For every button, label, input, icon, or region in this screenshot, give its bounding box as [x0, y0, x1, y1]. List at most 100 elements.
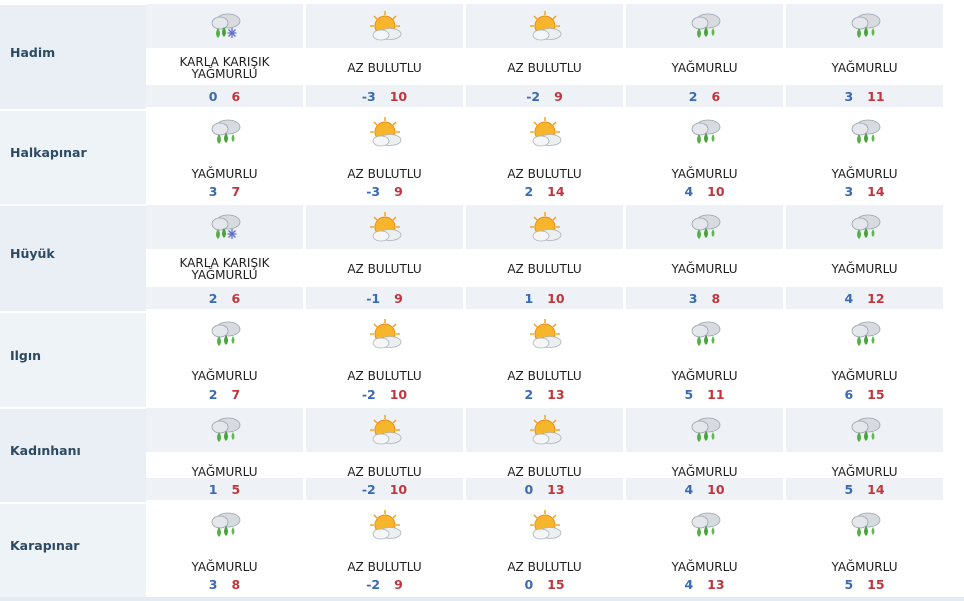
rain-icon	[208, 318, 244, 350]
partly-cloudy-icon	[528, 211, 564, 243]
max-temp: 15	[547, 577, 565, 592]
city-row: Karapınar YAĞMURLU 3 8 AZ BULUTLU -2 9 AZ BULUT…	[0, 503, 964, 597]
city-row: Ilgın YAĞMURLU 2 7 AZ BULUTLU -2 10 AZ BULUTLU 2…	[0, 312, 964, 407]
max-temp: 10	[707, 184, 725, 199]
forecast-day-cell: YAĞMURLU 1 5	[146, 408, 304, 502]
min-temp: 5	[684, 387, 694, 402]
max-temp: 10	[389, 387, 408, 402]
city-name[interactable]: Karapınar	[10, 538, 79, 553]
max-temp: 12	[867, 291, 885, 306]
min-temp: -1	[366, 291, 381, 306]
min-temp: 4	[684, 577, 694, 592]
forecast-day-cell: YAĞMURLU 3 8	[146, 503, 304, 597]
rain-icon	[208, 414, 244, 446]
forecast-day-cell: YAĞMURLU 4 12	[786, 205, 944, 311]
partly-cloudy-icon	[368, 10, 404, 42]
forecast-day-cell: AZ BULUTLU 0 13	[466, 408, 624, 502]
min-temp: 3	[844, 89, 854, 104]
partly-cloudy-icon	[528, 414, 564, 446]
temperature-range: 3 11	[786, 89, 943, 104]
min-temp: 2	[524, 387, 534, 402]
partly-cloudy-icon	[368, 211, 404, 243]
temperature-range: 26	[146, 291, 303, 306]
temperature-range: 0 13	[466, 482, 623, 497]
city-name[interactable]: Halkapınar	[10, 145, 87, 160]
temperature-range: 1 10	[466, 291, 623, 306]
forecast-day-cell: AZ BULUTLU 2 14	[466, 110, 624, 204]
temperature-range: 06	[146, 89, 303, 104]
forecast-day-cell: AZ BULUTLU 2 13	[466, 312, 624, 407]
temperature-range: 26	[626, 89, 783, 104]
max-temp: 15	[867, 387, 885, 402]
temperature-range: 37	[146, 184, 303, 199]
condition-label: YAĞMURLU	[671, 167, 738, 181]
rain-icon	[688, 509, 724, 541]
max-temp: 6	[231, 89, 241, 104]
forecast-day-cell: YAĞMURLU 5 11	[626, 312, 784, 407]
condition-label: YAĞMURLU	[191, 465, 258, 479]
min-temp: 4	[844, 291, 854, 306]
temperature-range: -2 10	[306, 387, 463, 402]
min-temp: 1	[208, 482, 218, 497]
max-temp: 10	[389, 89, 408, 104]
max-temp: 6	[711, 89, 721, 104]
min-temp: 2	[524, 184, 534, 199]
forecast-day-cell: YAĞMURLU 5 15	[786, 503, 944, 597]
rain-icon	[688, 10, 724, 42]
sleet-icon	[208, 10, 244, 42]
condition-label: YAĞMURLU	[671, 369, 738, 383]
rain-icon	[848, 211, 884, 243]
max-temp: 5	[231, 482, 241, 497]
min-temp: 5	[844, 482, 854, 497]
temperature-range: -3 9	[306, 184, 463, 199]
condition-label: KARLA KARIŞIK YAĞMURLU	[179, 55, 270, 81]
partly-cloudy-icon	[528, 318, 564, 350]
max-temp: 14	[867, 482, 885, 497]
city-row: Kadınhanı YAĞMURLU 1 5 AZ BULUTLU -2 10 AZ BULU…	[0, 408, 964, 502]
city-cell: Kadınhanı	[0, 408, 146, 502]
condition-label: AZ BULUTLU	[507, 61, 582, 75]
condition-label: AZ BULUTLU	[347, 560, 422, 574]
min-temp: -2	[366, 577, 381, 592]
min-temp: 3	[208, 577, 218, 592]
forecast-day-cell: YAĞMURLU 4 13	[626, 503, 784, 597]
condition-label: YAĞMURLU	[831, 465, 898, 479]
forecast-day-cell: AZ BULUTLU -2 9	[466, 4, 624, 109]
max-temp: 10	[707, 482, 725, 497]
city-name[interactable]: Kadınhanı	[10, 443, 81, 458]
city-cell: Halkapınar	[0, 110, 146, 204]
min-temp: 5	[844, 577, 854, 592]
forecast-day-cell: YAĞMURLU 6 15	[786, 312, 944, 407]
condition-label: AZ BULUTLU	[507, 167, 582, 181]
min-temp: 0	[524, 482, 534, 497]
city-name[interactable]: Hüyük	[10, 246, 55, 261]
condition-label: YAĞMURLU	[831, 167, 898, 181]
max-temp: 9	[394, 291, 403, 306]
max-temp: 13	[707, 577, 725, 592]
min-temp: 2	[688, 89, 698, 104]
forecast-day-cell: KARLA KARIŞIK YAĞMURLU 2 6	[146, 205, 304, 311]
min-temp: 0	[524, 577, 534, 592]
condition-label: YAĞMURLU	[191, 167, 258, 181]
min-temp: 4	[684, 184, 694, 199]
condition-label: AZ BULUTLU	[347, 369, 422, 383]
condition-label: YAĞMURLU	[191, 560, 258, 574]
city-row: Hadim KARLA KARIŞIK YAĞMURLU 0 6 AZ BULUTLU -…	[0, 4, 964, 109]
condition-label: AZ BULUTLU	[507, 369, 582, 383]
min-temp: 3	[844, 184, 854, 199]
city-name[interactable]: Hadim	[10, 45, 55, 60]
forecast-day-cell: YAĞMURLU 2 7	[146, 312, 304, 407]
rain-icon	[848, 318, 884, 350]
rain-icon	[688, 414, 724, 446]
temperature-range: 5 11	[626, 387, 783, 402]
temperature-range: 6 15	[786, 387, 943, 402]
temperature-range: -3 10	[306, 89, 463, 104]
min-temp: 6	[844, 387, 854, 402]
max-temp: 11	[707, 387, 725, 402]
partly-cloudy-icon	[368, 116, 404, 148]
city-cell: Karapınar	[0, 503, 146, 597]
forecast-day-cell: YAĞMURLU 2 6	[626, 4, 784, 109]
partly-cloudy-icon	[528, 509, 564, 541]
city-name[interactable]: Ilgın	[10, 348, 41, 363]
forecast-day-cell: YAĞMURLU 3 8	[626, 205, 784, 311]
